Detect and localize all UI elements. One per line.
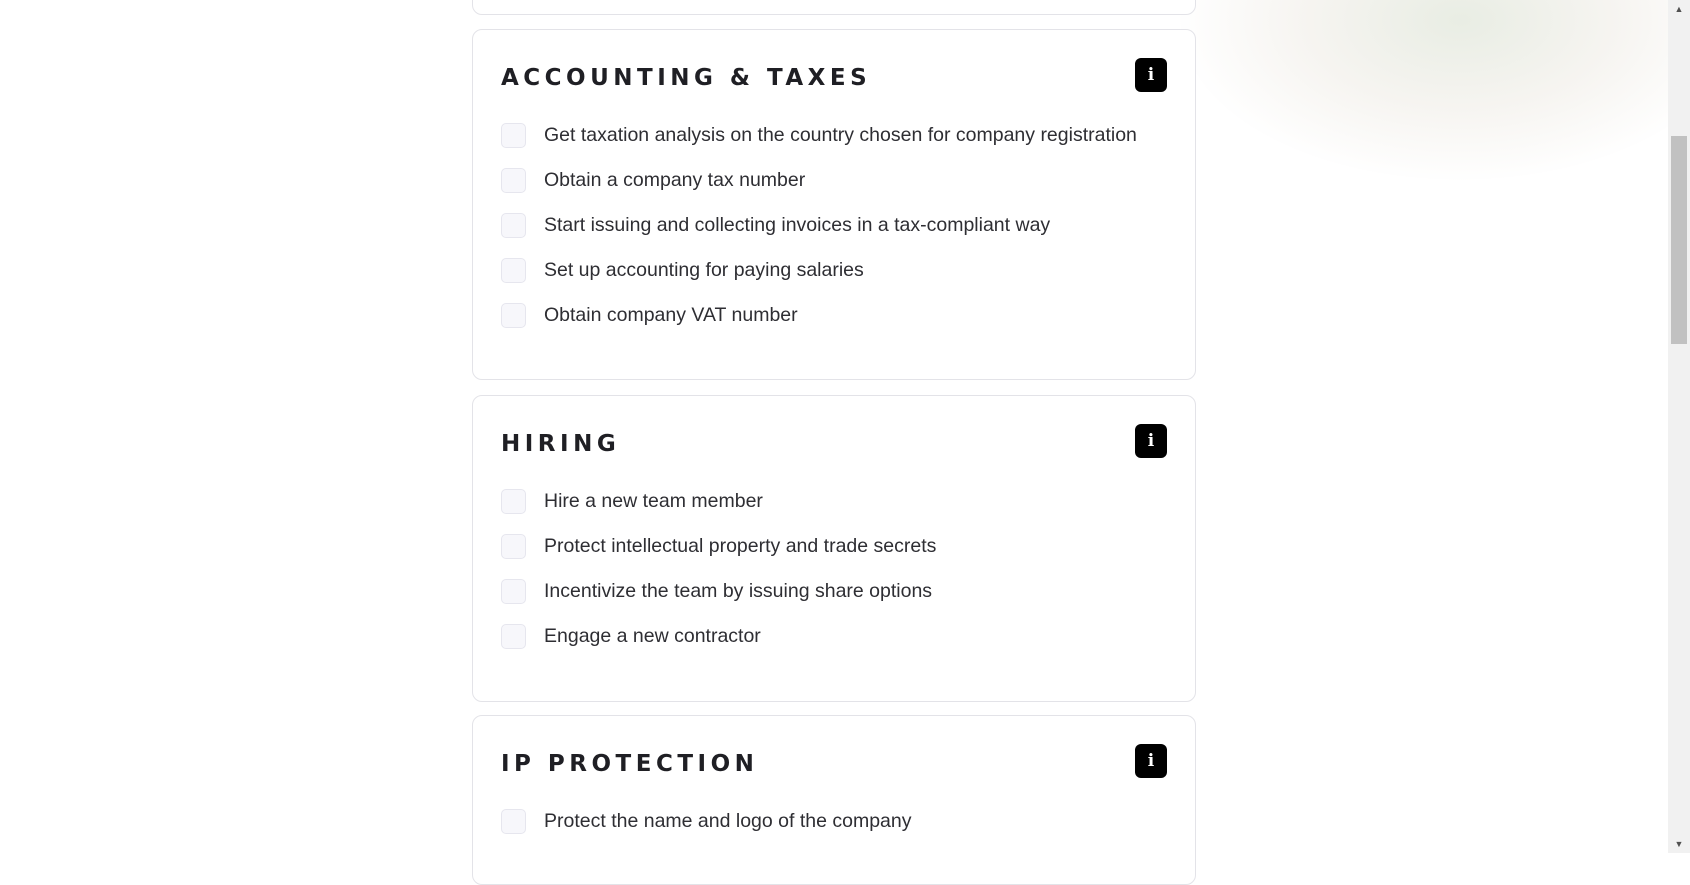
scroll-down-arrow-icon[interactable]: ▼ (1668, 835, 1690, 853)
scroll-up-arrow-icon[interactable]: ▲ (1668, 0, 1690, 18)
previous-section-card (472, 0, 1196, 15)
checklist-item-label: Obtain company VAT number (544, 304, 798, 326)
vertical-scrollbar[interactable]: ▲ ▼ (1668, 0, 1690, 853)
info-icon[interactable]: i (1135, 58, 1167, 92)
section-ip-protection: IP PROTECTION i Protect the name and log… (472, 715, 1196, 885)
checklist-item-label: Obtain a company tax number (544, 169, 806, 191)
checklist-item[interactable]: Obtain company VAT number (501, 293, 1175, 338)
checklist-item-label: Set up accounting for paying salaries (544, 259, 864, 281)
checklist-item[interactable]: Obtain a company tax number (501, 158, 1175, 203)
info-icon[interactable]: i (1135, 744, 1167, 778)
checkbox[interactable] (501, 258, 526, 283)
checkbox[interactable] (501, 809, 526, 834)
section-title: HIRING (501, 431, 621, 457)
checkbox[interactable] (501, 168, 526, 193)
checklist-item[interactable]: Incentivize the team by issuing share op… (501, 569, 1175, 614)
checkbox[interactable] (501, 123, 526, 148)
checkbox[interactable] (501, 579, 526, 604)
checklist-item-label: Protect intellectual property and trade … (544, 535, 937, 557)
checkbox[interactable] (501, 303, 526, 328)
checkbox[interactable] (501, 213, 526, 238)
section-title: IP PROTECTION (501, 751, 759, 777)
scrollbar-thumb[interactable] (1671, 136, 1687, 344)
checklist: Hire a new team member Protect intellect… (501, 479, 1175, 659)
info-icon[interactable]: i (1135, 424, 1167, 458)
checklist-item[interactable]: Start issuing and collecting invoices in… (501, 203, 1175, 248)
checkbox[interactable] (501, 624, 526, 649)
checklist-item[interactable]: Hire a new team member (501, 479, 1175, 524)
checkbox[interactable] (501, 489, 526, 514)
info-glyph: i (1147, 64, 1155, 85)
checkbox[interactable] (501, 534, 526, 559)
section-title: ACCOUNTING & TAXES (501, 65, 872, 91)
checklist-item[interactable]: Set up accounting for paying salaries (501, 248, 1175, 293)
info-glyph: i (1147, 430, 1155, 451)
checklist-item[interactable]: Protect intellectual property and trade … (501, 524, 1175, 569)
info-glyph: i (1147, 750, 1155, 771)
checklist-item-label: Get taxation analysis on the country cho… (544, 124, 1137, 146)
checklist-item-label: Start issuing and collecting invoices in… (544, 214, 1051, 236)
checklist-item-label: Hire a new team member (544, 490, 763, 512)
checklist-item-label: Engage a new contractor (544, 625, 761, 647)
checklist-item-label: Incentivize the team by issuing share op… (544, 580, 933, 602)
section-hiring: HIRING i Hire a new team member Protect … (472, 395, 1196, 702)
background-gradient (1180, 0, 1690, 180)
checklist: Protect the name and logo of the company (501, 799, 1175, 844)
checklist-item-label: Protect the name and logo of the company (544, 810, 912, 832)
checklist-item[interactable]: Engage a new contractor (501, 614, 1175, 659)
section-accounting-taxes: ACCOUNTING & TAXES i Get taxation analys… (472, 29, 1196, 380)
checklist-item[interactable]: Protect the name and logo of the company (501, 799, 1175, 844)
checklist-item[interactable]: Get taxation analysis on the country cho… (501, 113, 1175, 158)
checklist: Get taxation analysis on the country cho… (501, 113, 1175, 338)
